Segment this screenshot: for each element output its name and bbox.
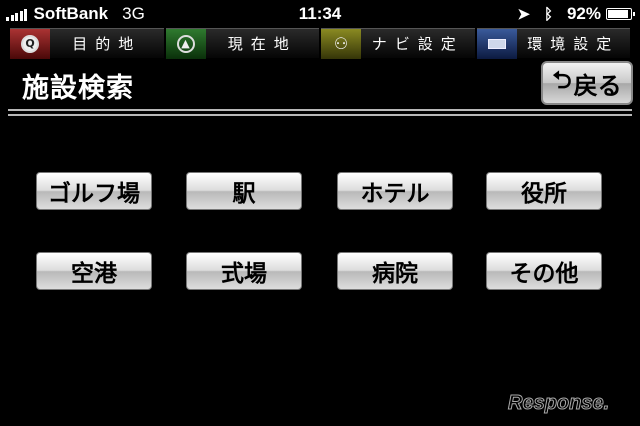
route-icon: ⚇	[321, 28, 361, 59]
facility-government-button[interactable]: 役所	[486, 172, 602, 210]
status-bar: SoftBank 3G 11:34 ➤ ᛒ 92%	[0, 0, 640, 28]
facility-airport-button[interactable]: 空港	[36, 252, 152, 290]
button-label: 式場	[221, 261, 267, 287]
tab-label: ナビ設定	[371, 35, 464, 53]
facility-station-button[interactable]: 駅	[186, 172, 302, 210]
back-arrow-icon: ⮌	[552, 65, 572, 94]
button-label: ゴルフ場	[48, 181, 140, 207]
back-button-label: 戻る	[573, 71, 622, 100]
compass-arrow-icon: ▲	[165, 28, 206, 59]
divider	[8, 114, 632, 116]
back-button[interactable]: ⮌ 戻る	[541, 61, 633, 105]
battery-percent: 92%	[566, 4, 601, 23]
tab-navi-settings[interactable]: ⚇ ナビ設定	[321, 28, 475, 59]
facility-hospital-button[interactable]: 病院	[337, 252, 453, 290]
button-label: その他	[509, 261, 579, 287]
page-title: 施設検索	[22, 73, 134, 104]
button-label: 役所	[521, 181, 567, 207]
facility-hotel-button[interactable]: ホテル	[337, 172, 453, 210]
tab-label: 現在地	[227, 35, 297, 53]
button-label: 駅	[232, 181, 256, 207]
facility-other-button[interactable]: その他	[486, 252, 602, 290]
facility-wedding-hall-button[interactable]: 式場	[186, 252, 302, 290]
button-label: ホテル	[360, 181, 430, 207]
watermark-logo: Response.	[507, 392, 610, 415]
tab-label: 環境設定	[527, 35, 620, 53]
tab-current-location[interactable]: ▲ 現在地	[165, 28, 319, 59]
button-label: 空港	[71, 261, 117, 287]
main-tab-bar: Q 目的地 ▲ 現在地 ⚇ ナビ設定 環境設定	[10, 28, 630, 59]
magnifier-icon: Q	[10, 28, 50, 59]
tab-environment-settings[interactable]: 環境設定	[476, 28, 630, 59]
screen-settings-icon	[476, 28, 517, 59]
battery-icon	[606, 8, 635, 20]
location-arrow-icon: ➤	[517, 6, 530, 23]
bluetooth-icon: ᛒ	[543, 5, 553, 23]
tab-label: 目的地	[72, 35, 142, 53]
facility-golf-button[interactable]: ゴルフ場	[36, 172, 152, 210]
tab-destination[interactable]: Q 目的地	[10, 28, 164, 59]
button-label: 病院	[372, 261, 418, 287]
divider	[8, 109, 632, 111]
